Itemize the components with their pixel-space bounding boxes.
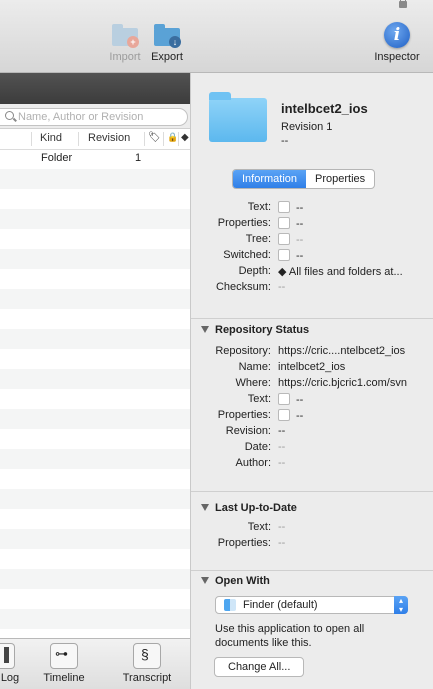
open-with-header[interactable]: Open With <box>201 575 270 587</box>
column-kind[interactable]: Kind <box>40 132 62 144</box>
where-value: https://cric.bjcric1.com/svn <box>278 377 407 389</box>
row-revision: 1 <box>135 152 142 164</box>
finder-icon <box>224 599 236 611</box>
lutd-text-value: -- <box>278 521 286 533</box>
open-with-select[interactable]: Finder (default) ▴ ▾ <box>215 596 408 614</box>
file-list: Folder 1 <box>0 149 190 639</box>
search-placeholder: Name, Author or Revision <box>18 111 144 123</box>
search-icon <box>5 111 14 120</box>
repository-status-header[interactable]: Repository Status <box>201 324 309 336</box>
switched-label: Switched: <box>223 249 271 261</box>
log-button[interactable]: Log <box>0 643 28 684</box>
toolbar: + Import ↓ Export i Inspector <box>0 0 433 73</box>
export-label: Export <box>151 51 183 63</box>
name-label: Name: <box>238 361 271 373</box>
tab-properties[interactable]: Properties <box>306 170 374 188</box>
switched-checkbox <box>278 249 290 261</box>
inspector-label: Inspector <box>374 51 420 63</box>
tree-value: -- <box>296 234 304 246</box>
lock-icon <box>399 0 407 8</box>
path-bar <box>0 73 190 104</box>
log-label: Log <box>0 672 20 684</box>
repo-text-label: Text: <box>247 393 271 405</box>
change-all-button[interactable]: Change All... <box>214 657 305 677</box>
depth-icon: ◆ <box>278 266 289 278</box>
repo-text-value: -- <box>296 394 304 406</box>
column-header: Kind Revision 🏷 🔒 ◆ <box>0 129 190 150</box>
row-kind: Folder <box>41 152 73 164</box>
lutd-text-label: Text: <box>247 521 271 533</box>
log-icon <box>0 643 15 669</box>
timeline-label: Timeline <box>43 672 85 684</box>
transcript-button[interactable]: § Transcript <box>116 643 178 684</box>
item-name: intelbcet2_ios <box>281 101 368 116</box>
depth-value: All files and folders at... <box>288 266 403 278</box>
bottom-toolbar: Log ⊶ Timeline § Transcript <box>0 638 190 689</box>
open-with-selected: Finder (default) <box>243 599 318 611</box>
where-label: Where: <box>235 377 271 389</box>
repo-properties-label: Properties: <box>217 409 271 421</box>
disclosure-triangle-icon <box>201 504 209 511</box>
checksum-value: -- <box>278 281 286 293</box>
repo-properties-value: -- <box>296 410 304 422</box>
tag-column-icon[interactable]: 🏷 <box>148 132 161 143</box>
properties-checkbox <box>278 217 290 229</box>
repo-revision-label: Revision: <box>225 425 271 437</box>
text-value: -- <box>296 202 304 214</box>
depth-label: Depth: <box>238 265 271 277</box>
last-up-to-date-title: Last Up-to-Date <box>215 502 297 514</box>
transcript-icon: § <box>133 643 161 669</box>
repository-status-title: Repository Status <box>215 324 310 336</box>
name-value: intelbcet2_ios <box>278 361 346 373</box>
inspector-tabs: Information Properties <box>232 169 376 189</box>
repository-label: Repository: <box>215 345 271 357</box>
date-label: Date: <box>244 441 271 453</box>
info-icon: i <box>384 22 410 48</box>
author-value: -- <box>278 457 286 469</box>
file-browser: Name, Author or Revision Kind Revision 🏷… <box>0 73 191 689</box>
folder-icon <box>209 92 267 142</box>
depth-column-icon[interactable]: ◆ <box>181 132 189 143</box>
repository-value: https://cric....ntelbcet2_ios <box>278 345 406 357</box>
text-label: Text: <box>247 201 271 213</box>
repo-revision-value: -- <box>278 425 286 437</box>
repo-properties-checkbox <box>278 409 290 421</box>
search-input[interactable]: Name, Author or Revision <box>0 108 188 126</box>
disclosure-triangle-icon <box>201 577 209 584</box>
open-with-title: Open With <box>215 575 270 587</box>
table-row[interactable]: Folder 1 <box>0 149 190 169</box>
properties-value: -- <box>296 218 304 230</box>
author-label: Author: <box>235 457 271 469</box>
date-value: -- <box>278 441 286 453</box>
item-revision-sub: -- <box>281 135 289 147</box>
export-button[interactable]: ↓ Export <box>142 22 192 63</box>
timeline-icon: ⊶ <box>50 643 78 669</box>
inspector-button[interactable]: i Inspector <box>372 22 422 63</box>
column-revision[interactable]: Revision <box>88 132 130 144</box>
tab-information[interactable]: Information <box>233 170 307 188</box>
chevron-updown-icon: ▴ ▾ <box>394 596 408 614</box>
open-with-description: Use this application to open all documen… <box>215 623 365 649</box>
lutd-properties-value: -- <box>278 537 286 549</box>
export-folder-icon: ↓ <box>154 24 181 48</box>
disclosure-triangle-icon <box>201 326 209 333</box>
import-folder-icon: + <box>112 24 139 48</box>
repo-text-checkbox <box>278 393 290 405</box>
lutd-properties-label: Properties: <box>217 537 271 549</box>
tree-checkbox <box>278 233 290 245</box>
last-up-to-date-header[interactable]: Last Up-to-Date <box>201 502 297 514</box>
timeline-button[interactable]: ⊶ Timeline <box>38 643 90 684</box>
import-label: Import <box>109 51 141 63</box>
text-checkbox <box>278 201 290 213</box>
lock-column-icon[interactable]: 🔒 <box>167 132 178 143</box>
item-revision: Revision 1 <box>281 121 333 133</box>
switched-value: -- <box>296 250 304 262</box>
tree-label: Tree: <box>245 233 271 245</box>
inspector-panel: intelbcet2_ios Revision 1 -- Information… <box>191 73 433 689</box>
transcript-label: Transcript <box>122 672 172 684</box>
properties-label: Properties: <box>217 217 271 229</box>
checksum-label: Checksum: <box>215 281 271 293</box>
